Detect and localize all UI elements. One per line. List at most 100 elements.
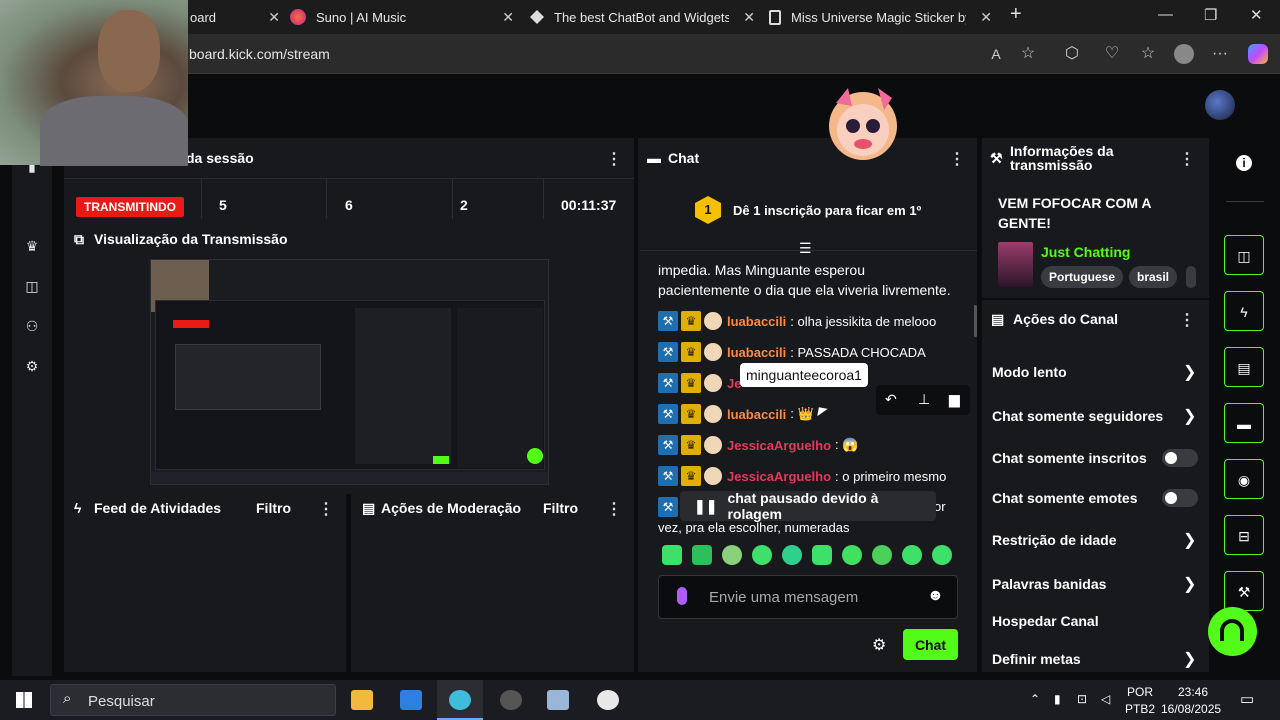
session-menu-icon[interactable]: ⋮ xyxy=(606,149,622,169)
emote-7-icon[interactable] xyxy=(842,545,862,565)
file-explorer-icon[interactable] xyxy=(351,690,373,710)
chat-message[interactable]: ⚒ ♛ luabaccili: olha jessikita de melooo xyxy=(658,310,936,332)
users-icon[interactable]: ⚇ xyxy=(24,318,40,334)
emote-10-icon[interactable] xyxy=(932,545,952,565)
copilot-icon[interactable] xyxy=(1248,44,1268,64)
tray-chevron-icon[interactable]: ⌃ xyxy=(1030,692,1040,706)
chat-message[interactable]: ⚒ ♛ JessicaArguelho: 😱 xyxy=(658,434,858,456)
chat-message[interactable]: ⚒ ♛ luabaccili: PASSADA CHOCADA xyxy=(658,341,926,363)
chat-message[interactable]: ⚒ ♛ Je xyxy=(658,372,745,394)
category-name[interactable]: Just Chatting xyxy=(1041,244,1130,260)
activity-menu-icon[interactable]: ⋮ xyxy=(318,499,334,519)
chat-username[interactable]: luabaccili xyxy=(727,345,786,360)
info-icon[interactable]: i xyxy=(1236,155,1252,171)
trash-icon[interactable]: ▆ xyxy=(949,391,960,408)
wrench-tool-button[interactable]: ⚒ xyxy=(1224,571,1264,611)
close-tab-icon[interactable]: ✕ xyxy=(980,9,992,26)
emote-2-icon[interactable] xyxy=(692,545,712,565)
volume-icon[interactable]: ◁ xyxy=(1101,692,1110,706)
pin-icon[interactable]: ⊥ xyxy=(918,391,930,408)
tab-chatbot[interactable]: The best ChatBot and Widgets fo ✕ xyxy=(530,0,755,34)
emote-1-icon[interactable] xyxy=(662,545,682,565)
taskbar-search[interactable]: ⌕ Pesquisar xyxy=(50,684,336,716)
expand-pinned-icon[interactable]: ☰ xyxy=(799,240,812,257)
scan-tool-button[interactable]: ◫ xyxy=(1224,235,1264,275)
activity-filter-button[interactable]: Filtro xyxy=(256,500,291,516)
emote-8-icon[interactable] xyxy=(872,545,892,565)
minimize-button[interactable]: — xyxy=(1158,6,1173,23)
close-tab-icon[interactable]: ✕ xyxy=(268,9,280,26)
profile-avatar-icon[interactable] xyxy=(1174,44,1194,64)
tag-country[interactable]: brasil xyxy=(1129,266,1178,288)
performance-icon[interactable]: ♡ xyxy=(1102,44,1122,64)
layout-tool-button[interactable]: ⊟ xyxy=(1224,515,1264,555)
media-player-icon[interactable] xyxy=(597,690,619,710)
clock-time[interactable]: 23:46 xyxy=(1178,685,1208,699)
chevron-right-icon[interactable]: ❯ xyxy=(1183,362,1196,382)
stream-preview-video[interactable] xyxy=(150,259,549,485)
chat-username[interactable]: JessicaArguelho xyxy=(727,438,831,453)
action-set-goals[interactable]: Definir metas xyxy=(992,651,1202,667)
emoji-icon[interactable]: ☻ xyxy=(927,587,944,605)
tab-kick-dashboard[interactable]: oard ✕ xyxy=(190,0,280,34)
chevron-right-icon[interactable]: ❯ xyxy=(1183,406,1196,426)
more-options-icon[interactable]: ··· xyxy=(1210,44,1230,64)
favorite-star-icon[interactable]: ☆ xyxy=(1018,44,1038,64)
emotes-only-toggle[interactable] xyxy=(1162,489,1198,507)
chat-message[interactable]: ⚒ ♛ JessicaArguelho: o primeiro mesmo xyxy=(658,465,946,487)
chat-username[interactable]: luabaccili xyxy=(727,407,786,422)
close-tab-icon[interactable]: ✕ xyxy=(743,9,755,26)
chat-scrollbar[interactable] xyxy=(974,305,977,337)
action-host-channel[interactable]: Hospedar Canal xyxy=(992,613,1202,629)
user-avatar-icon[interactable] xyxy=(1205,90,1235,120)
chevron-right-icon[interactable]: ❯ xyxy=(1183,574,1196,594)
network-icon[interactable]: ⊡ xyxy=(1077,692,1087,706)
undo-icon[interactable]: ↶ xyxy=(885,391,897,408)
chat-message[interactable]: ⚒ ♛ luabaccili: 👑 xyxy=(658,403,814,425)
emote-4-icon[interactable] xyxy=(752,545,772,565)
action-followers-only[interactable]: Chat somente seguidores xyxy=(992,408,1202,424)
restore-button[interactable]: ❐ xyxy=(1204,6,1217,24)
moderation-filter-button[interactable]: Filtro xyxy=(543,500,578,516)
settings-icon[interactable]: ⚙ xyxy=(24,358,40,374)
action-age-restriction[interactable]: Restrição de idade xyxy=(992,532,1202,548)
obs-icon[interactable] xyxy=(500,690,522,710)
favorites-icon[interactable]: ☆ xyxy=(1138,44,1158,64)
trophy-icon[interactable]: ♛ xyxy=(24,238,40,254)
action-banned-words[interactable]: Palavras banidas xyxy=(992,576,1202,592)
document-tool-button[interactable]: ▤ xyxy=(1224,347,1264,387)
close-window-button[interactable]: ✕ xyxy=(1250,6,1263,24)
close-tab-icon[interactable]: ✕ xyxy=(502,9,514,26)
scan-icon[interactable]: ◫ xyxy=(24,278,40,294)
language-label[interactable]: POR xyxy=(1127,685,1153,699)
stream-info-menu-icon[interactable]: ⋮ xyxy=(1179,149,1195,169)
tab-suno[interactable]: Suno | AI Music ✕ xyxy=(290,0,514,34)
chat-tool-button[interactable]: ▬ xyxy=(1224,403,1264,443)
chat-username[interactable]: luabaccili xyxy=(727,314,786,329)
new-tab-button[interactable]: + xyxy=(1010,3,1022,26)
app-window-icon[interactable] xyxy=(547,690,569,710)
category-thumbnail[interactable] xyxy=(998,242,1033,287)
chat-message-input[interactable]: Envie uma mensagem ☻ xyxy=(658,575,958,619)
store-icon[interactable] xyxy=(400,690,422,710)
chat-message-partial[interactable]: ⚒ xyxy=(658,496,681,518)
pinned-goal[interactable]: 1 Dê 1 inscrição para ficar em 1º xyxy=(695,196,921,224)
bolt-tool-button[interactable]: ϟ xyxy=(1224,291,1264,331)
microphone-icon[interactable] xyxy=(677,587,687,605)
action-slow-mode[interactable]: Modo lento xyxy=(992,364,1202,380)
emote-6-icon[interactable] xyxy=(812,545,832,565)
microphone-tray-icon[interactable]: ▮ xyxy=(1054,692,1061,706)
clock-date[interactable]: 16/08/2025 xyxy=(1161,702,1221,716)
emote-5-icon[interactable] xyxy=(782,545,802,565)
start-button-icon[interactable] xyxy=(16,692,32,708)
chevron-right-icon[interactable]: ❯ xyxy=(1183,530,1196,550)
emote-9-icon[interactable] xyxy=(902,545,922,565)
subscribers-only-toggle[interactable] xyxy=(1162,449,1198,467)
moderation-menu-icon[interactable]: ⋮ xyxy=(606,499,622,519)
url-field[interactable]: board.kick.com/stream xyxy=(189,46,330,62)
tab-sticker[interactable]: Miss Universe Magic Sticker by ch ✕ xyxy=(769,0,992,34)
support-headset-button[interactable] xyxy=(1208,607,1257,656)
tag-language[interactable]: Portuguese xyxy=(1041,266,1124,288)
chat-menu-icon[interactable]: ⋮ xyxy=(949,149,965,169)
chevron-right-icon[interactable]: ❯ xyxy=(1183,649,1196,669)
